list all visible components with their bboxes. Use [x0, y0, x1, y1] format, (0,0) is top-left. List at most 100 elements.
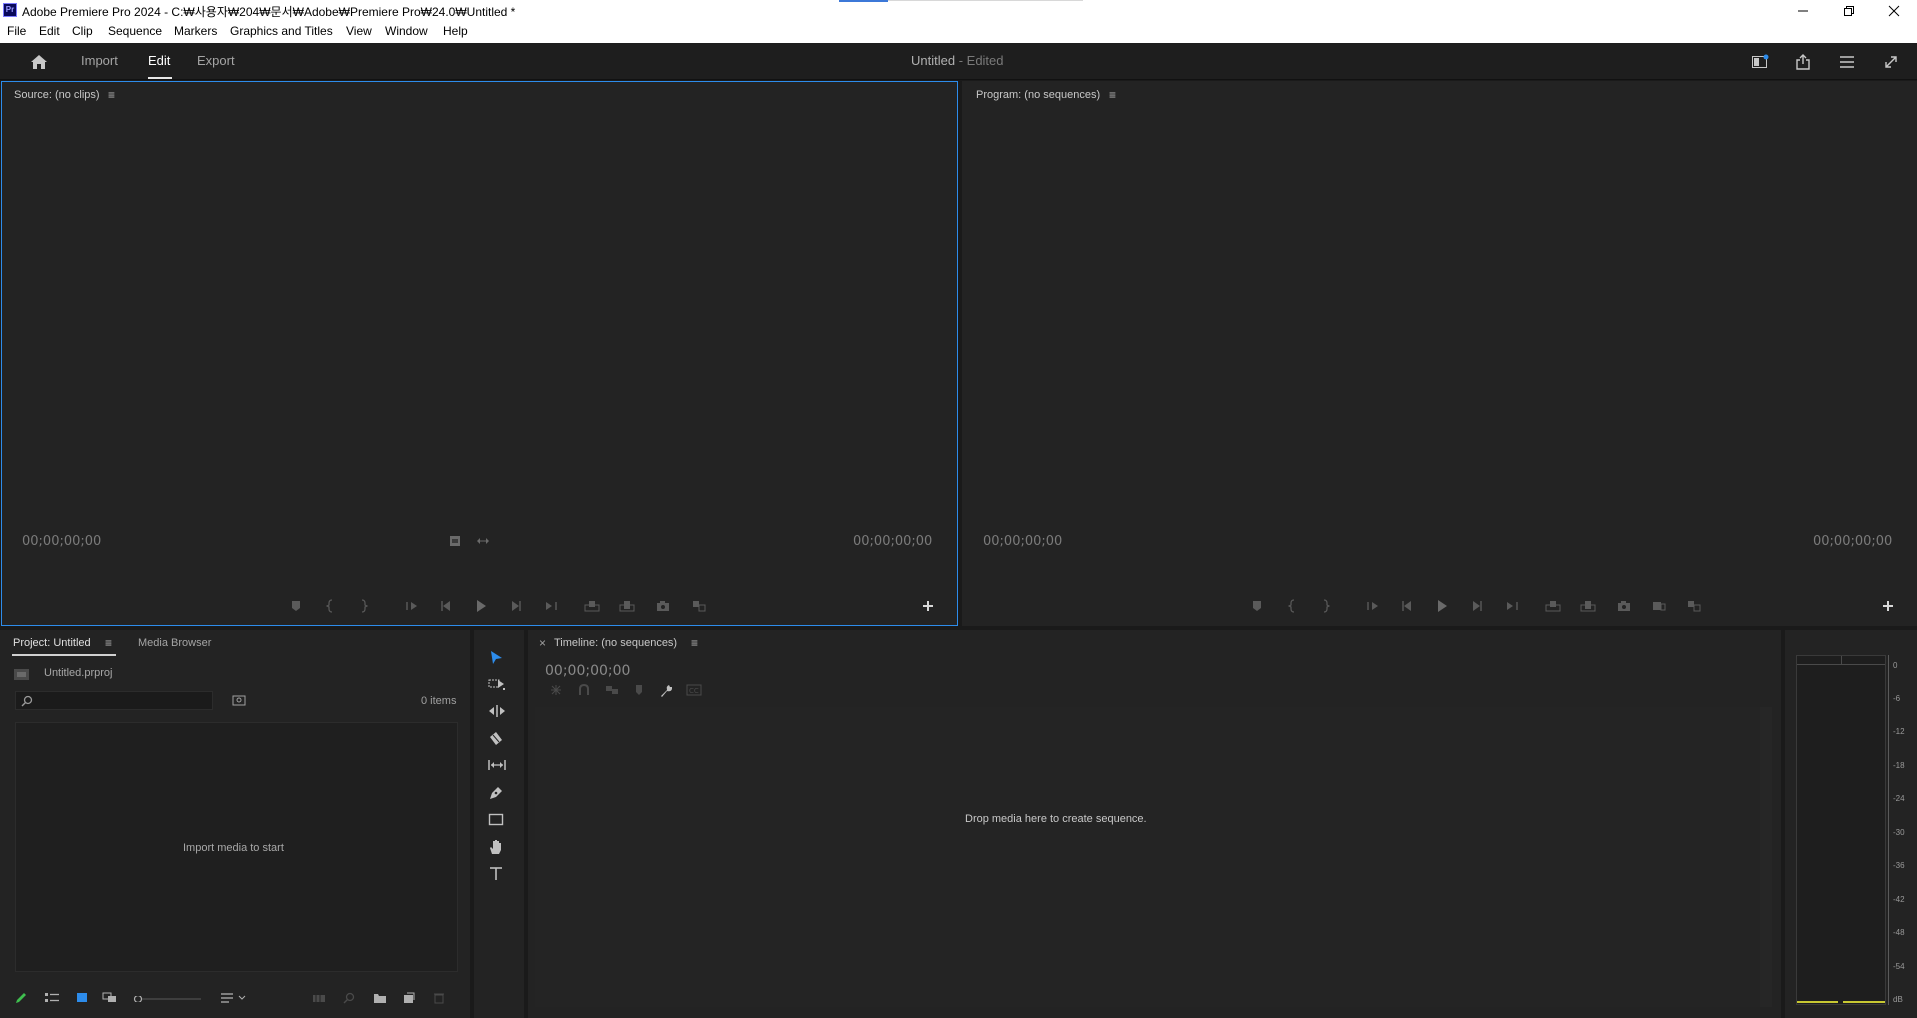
source-panel-menu-icon[interactable]: ≡ — [108, 88, 115, 102]
project-search-input[interactable] — [15, 691, 213, 710]
export-frame-button[interactable] — [654, 597, 672, 615]
find-button[interactable] — [343, 992, 355, 1004]
program-mark-in-button[interactable] — [1284, 597, 1302, 615]
freeform-view-button[interactable] — [102, 992, 120, 1004]
close-window-button[interactable] — [1871, 0, 1917, 21]
insert-button[interactable] — [583, 597, 601, 615]
menu-graphics-and-titles[interactable]: Graphics and Titles — [230, 24, 333, 38]
step-forward-button[interactable] — [507, 597, 525, 615]
selection-tool[interactable] — [488, 650, 504, 666]
tab-import[interactable]: Import — [81, 53, 118, 68]
program-play-button[interactable] — [1433, 597, 1451, 615]
program-monitor-panel: Program: (no sequences) ≡ 00;00;00;00 00… — [962, 81, 1917, 626]
timeline-panel-menu-icon[interactable]: ≡ — [691, 636, 698, 650]
menu-clip[interactable]: Clip — [72, 24, 93, 38]
captions-button[interactable]: CC — [686, 684, 702, 696]
restore-button[interactable] — [1826, 0, 1872, 21]
list-view-button[interactable] — [44, 992, 60, 1004]
lift-button[interactable] — [1544, 597, 1562, 615]
pen-tool[interactable] — [488, 785, 504, 801]
meter-scale-label: -30 — [1893, 828, 1905, 837]
program-step-forward-button[interactable] — [1468, 597, 1486, 615]
home-icon — [31, 55, 47, 69]
timeline-vertical-scrollbar[interactable] — [1760, 707, 1772, 1007]
linked-selection-toggle[interactable] — [605, 684, 619, 696]
menu-markers[interactable]: Markers — [174, 24, 217, 38]
source-drag-audio-icon[interactable] — [476, 535, 490, 547]
clear-button[interactable] — [433, 992, 445, 1004]
project-panel-menu-icon[interactable]: ≡ — [105, 636, 112, 650]
automate-icon — [313, 995, 325, 1002]
new-item-button[interactable] — [403, 992, 415, 1004]
track-select-tool[interactable] — [488, 677, 506, 691]
type-tool[interactable] — [488, 866, 504, 882]
tab-media-browser[interactable]: Media Browser — [138, 637, 211, 649]
hand-tool[interactable] — [488, 839, 504, 855]
tab-project[interactable]: Project: Untitled — [13, 637, 91, 649]
go-to-in-button[interactable] — [403, 597, 421, 615]
insert-overwrite-toggle[interactable] — [549, 684, 563, 696]
snap-magnet-icon — [579, 684, 589, 695]
quick-export-layout-button[interactable] — [1749, 51, 1771, 73]
menu-window[interactable]: Window — [385, 24, 428, 38]
menu-file[interactable]: File — [7, 24, 26, 38]
workspaces-button[interactable] — [1836, 51, 1858, 73]
source-drag-video-icon[interactable] — [449, 535, 461, 547]
pen-icon — [490, 787, 502, 799]
program-export-frame-button[interactable] — [1615, 597, 1633, 615]
program-add-marker-button[interactable] — [1248, 597, 1266, 615]
slip-tool[interactable] — [488, 758, 506, 772]
menu-view[interactable]: View — [346, 24, 372, 38]
button-editor-button[interactable] — [690, 597, 708, 615]
overwrite-button[interactable] — [618, 597, 636, 615]
mark-in-button[interactable] — [322, 597, 340, 615]
menu-edit[interactable]: Edit — [39, 24, 60, 38]
fullscreen-button[interactable] — [1880, 51, 1902, 73]
source-add-button[interactable] — [919, 597, 937, 615]
timeline-settings-button[interactable] — [659, 684, 673, 698]
project-media-drop-area[interactable]: Import media to start — [15, 722, 458, 972]
sort-icons-button[interactable] — [220, 992, 250, 1004]
zoom-slider[interactable] — [133, 996, 203, 1002]
mark-out-button[interactable] — [354, 597, 372, 615]
program-playhead-timecode[interactable]: 00;00;00;00 — [983, 534, 1062, 549]
ripple-edit-tool[interactable] — [488, 704, 506, 718]
find-in-bin-button[interactable] — [232, 694, 246, 706]
razor-tool[interactable] — [488, 731, 504, 747]
minimize-button[interactable] — [1780, 0, 1826, 21]
timeline-drop-area[interactable]: Drop media here to create sequence. — [535, 707, 1767, 1007]
timeline-add-marker-button[interactable] — [633, 684, 645, 696]
comparison-view-button[interactable] — [1650, 597, 1668, 615]
home-button[interactable] — [28, 51, 50, 73]
share-button[interactable] — [1792, 51, 1814, 73]
source-panel-title[interactable]: Source: (no clips) — [14, 89, 100, 101]
snap-toggle[interactable] — [577, 684, 591, 696]
play-button[interactable] — [472, 597, 490, 615]
tab-edit[interactable]: Edit — [148, 53, 170, 68]
menu-sequence[interactable]: Sequence — [108, 24, 162, 38]
icon-view-button[interactable] — [76, 992, 88, 1004]
program-go-to-out-button[interactable] — [1503, 597, 1521, 615]
step-back-button[interactable] — [437, 597, 455, 615]
meter-scale-label: -18 — [1893, 761, 1905, 770]
rectangle-tool[interactable] — [488, 812, 504, 826]
timeline-playhead-timecode[interactable]: 00;00;00;00 — [545, 663, 630, 679]
program-step-back-button[interactable] — [1398, 597, 1416, 615]
program-go-to-in-button[interactable] — [1364, 597, 1382, 615]
extract-button[interactable] — [1579, 597, 1597, 615]
source-playhead-timecode[interactable]: 00;00;00;00 — [22, 534, 101, 549]
go-to-out-button[interactable] — [542, 597, 560, 615]
add-marker-button[interactable] — [287, 597, 305, 615]
program-button-editor-button[interactable] — [1685, 597, 1703, 615]
program-mark-out-button[interactable] — [1316, 597, 1334, 615]
tab-export[interactable]: Export — [197, 53, 235, 68]
program-add-button[interactable] — [1879, 597, 1897, 615]
timeline-panel-title[interactable]: Timeline: (no sequences) — [554, 637, 677, 649]
automate-to-sequence-button[interactable] — [312, 992, 326, 1004]
program-panel-menu-icon[interactable]: ≡ — [1109, 88, 1116, 102]
write-lock-button[interactable] — [14, 991, 28, 1005]
new-bin-button[interactable] — [373, 992, 387, 1004]
menu-help[interactable]: Help — [443, 24, 468, 38]
timeline-close-icon[interactable]: × — [539, 636, 546, 650]
program-panel-title[interactable]: Program: (no sequences) — [976, 89, 1100, 101]
